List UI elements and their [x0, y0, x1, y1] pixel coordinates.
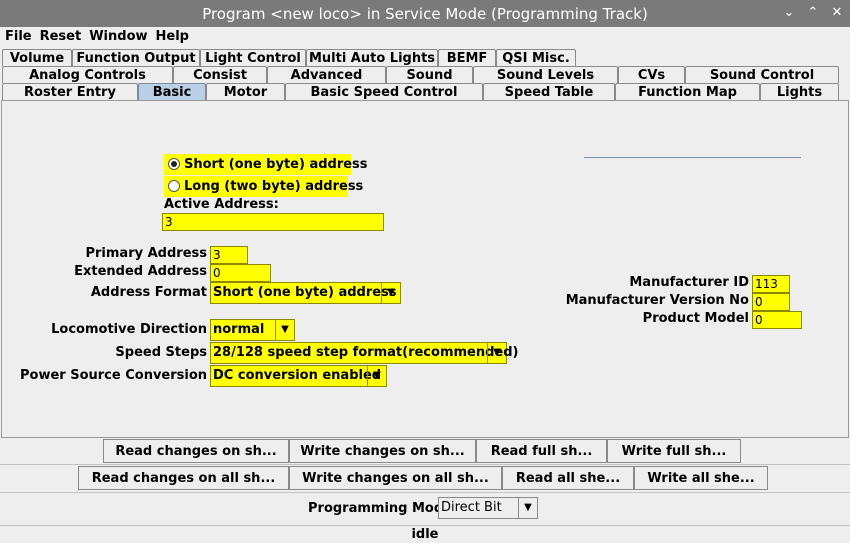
tab-volume[interactable]: Volume [2, 49, 72, 66]
programming-mode-select[interactable]: Direct Bit ▼ [438, 497, 538, 519]
chevron-down-icon[interactable]: ▼ [275, 320, 294, 340]
manufacturer-id-label: Manufacturer ID [629, 275, 749, 290]
write-changes-sheet-button[interactable]: Write changes on sh... [289, 439, 476, 463]
tab-row-2: Analog Controls Consist Advanced Sound S… [0, 66, 850, 83]
speed-steps-value: 28/128 speed step format(recommended) [213, 345, 519, 360]
primary-address-label: Primary Address [85, 246, 207, 261]
loco-direction-select[interactable]: normal ▼ [210, 319, 295, 341]
tab-sound[interactable]: Sound [386, 66, 473, 83]
tab-basic-speed-control[interactable]: Basic Speed Control [285, 83, 483, 100]
read-all-button[interactable]: Read all she... [502, 466, 634, 490]
menu-reset[interactable]: Reset [35, 29, 82, 44]
menu-window[interactable]: Window [84, 29, 147, 44]
manufacturer-id-field[interactable]: 113 [752, 275, 790, 293]
read-full-sheet-button[interactable]: Read full sh... [476, 439, 607, 463]
menu-file[interactable]: File [0, 29, 32, 44]
status-text: idle [411, 527, 439, 542]
close-icon[interactable]: ✕ [829, 4, 845, 22]
loco-direction-value: normal [213, 322, 265, 337]
programming-mode-value: Direct Bit [441, 500, 502, 515]
short-address-radio[interactable] [168, 158, 180, 170]
manufacturer-version-label: Manufacturer Version No [565, 293, 749, 308]
tab-function-map[interactable]: Function Map [615, 83, 760, 100]
power-source-value: DC conversion enabled [213, 368, 382, 383]
read-changes-all-button[interactable]: Read changes on all sh... [78, 466, 289, 490]
speed-steps-label: Speed Steps [115, 345, 207, 360]
chevron-down-icon[interactable]: ▼ [518, 498, 537, 518]
tab-roster-entry[interactable]: Roster Entry [2, 83, 138, 100]
maximize-icon[interactable]: ⌃ [805, 4, 821, 22]
power-source-select[interactable]: DC conversion enabled ▼ [210, 365, 387, 387]
read-changes-sheet-button[interactable]: Read changes on sh... [103, 439, 289, 463]
divider [0, 492, 850, 493]
long-address-radio[interactable] [168, 180, 180, 192]
long-address-option[interactable]: Long (two byte) address [164, 176, 363, 197]
separator [584, 157, 801, 158]
address-format-select[interactable]: Short (one byte) address ▼ [210, 282, 401, 304]
write-full-sheet-button[interactable]: Write full sh... [607, 439, 741, 463]
tab-basic[interactable]: Basic [138, 83, 206, 100]
chevron-down-icon[interactable]: ▼ [367, 366, 386, 386]
power-source-label: Power Source Conversion [20, 368, 208, 383]
product-model-field[interactable]: 0 [752, 311, 802, 329]
manufacturer-version-field[interactable]: 0 [752, 293, 790, 311]
status-bar: idle [0, 525, 850, 542]
tab-lights[interactable]: Lights [760, 83, 839, 100]
divider [0, 464, 850, 465]
address-format-label: Address Format [90, 285, 207, 300]
tab-advanced[interactable]: Advanced [267, 66, 386, 83]
menu-help[interactable]: Help [151, 29, 189, 44]
tab-multi-auto-lights[interactable]: Multi Auto Lights [306, 49, 438, 66]
tab-sound-control[interactable]: Sound Control [685, 66, 839, 83]
tab-light-control[interactable]: Light Control [200, 49, 306, 66]
tab-cvs[interactable]: CVs [618, 66, 685, 83]
minimize-icon[interactable]: ⌄ [781, 4, 797, 22]
tab-qsi-misc[interactable]: QSI Misc. [496, 49, 576, 66]
window-title: Program <new loco> in Service Mode (Prog… [202, 4, 648, 23]
programming-mode-label: Programming Mode [308, 501, 452, 516]
short-address-label: Short (one byte) address [184, 157, 368, 172]
tab-row-1: Volume Function Output Light Control Mul… [0, 49, 850, 66]
extended-address-field[interactable]: 0 [210, 264, 271, 282]
speed-steps-select[interactable]: 28/128 speed step format(recommended) ▼ [210, 342, 518, 364]
primary-address-field[interactable]: 3 [210, 246, 248, 264]
short-address-option[interactable]: Short (one byte) address [164, 154, 368, 175]
menu-bar: File Reset Window Help [0, 27, 850, 46]
tab-motor[interactable]: Motor [206, 83, 285, 100]
tab-bemf[interactable]: BEMF [438, 49, 496, 66]
loco-direction-label: Locomotive Direction [51, 322, 207, 337]
active-address-label: Active Address: [164, 197, 279, 212]
chevron-down-icon[interactable]: ▼ [381, 283, 400, 303]
write-all-button[interactable]: Write all she... [634, 466, 768, 490]
write-changes-all-button[interactable]: Write changes on all sh... [289, 466, 502, 490]
tab-consist[interactable]: Consist [173, 66, 267, 83]
active-address-field[interactable]: 3 [162, 213, 384, 231]
tab-row-3: Roster Entry Basic Motor Basic Speed Con… [0, 83, 850, 100]
long-address-label: Long (two byte) address [184, 179, 364, 194]
address-format-value: Short (one byte) address [213, 285, 397, 300]
extended-address-label: Extended Address [74, 264, 207, 279]
window-titlebar: Program <new loco> in Service Mode (Prog… [0, 0, 850, 27]
tab-analog-controls[interactable]: Analog Controls [2, 66, 173, 83]
product-model-label: Product Model [642, 311, 749, 326]
tab-sound-levels[interactable]: Sound Levels [473, 66, 618, 83]
chevron-down-icon[interactable]: ▼ [487, 343, 506, 363]
tab-speed-table[interactable]: Speed Table [483, 83, 615, 100]
tab-function-output[interactable]: Function Output [72, 49, 200, 66]
